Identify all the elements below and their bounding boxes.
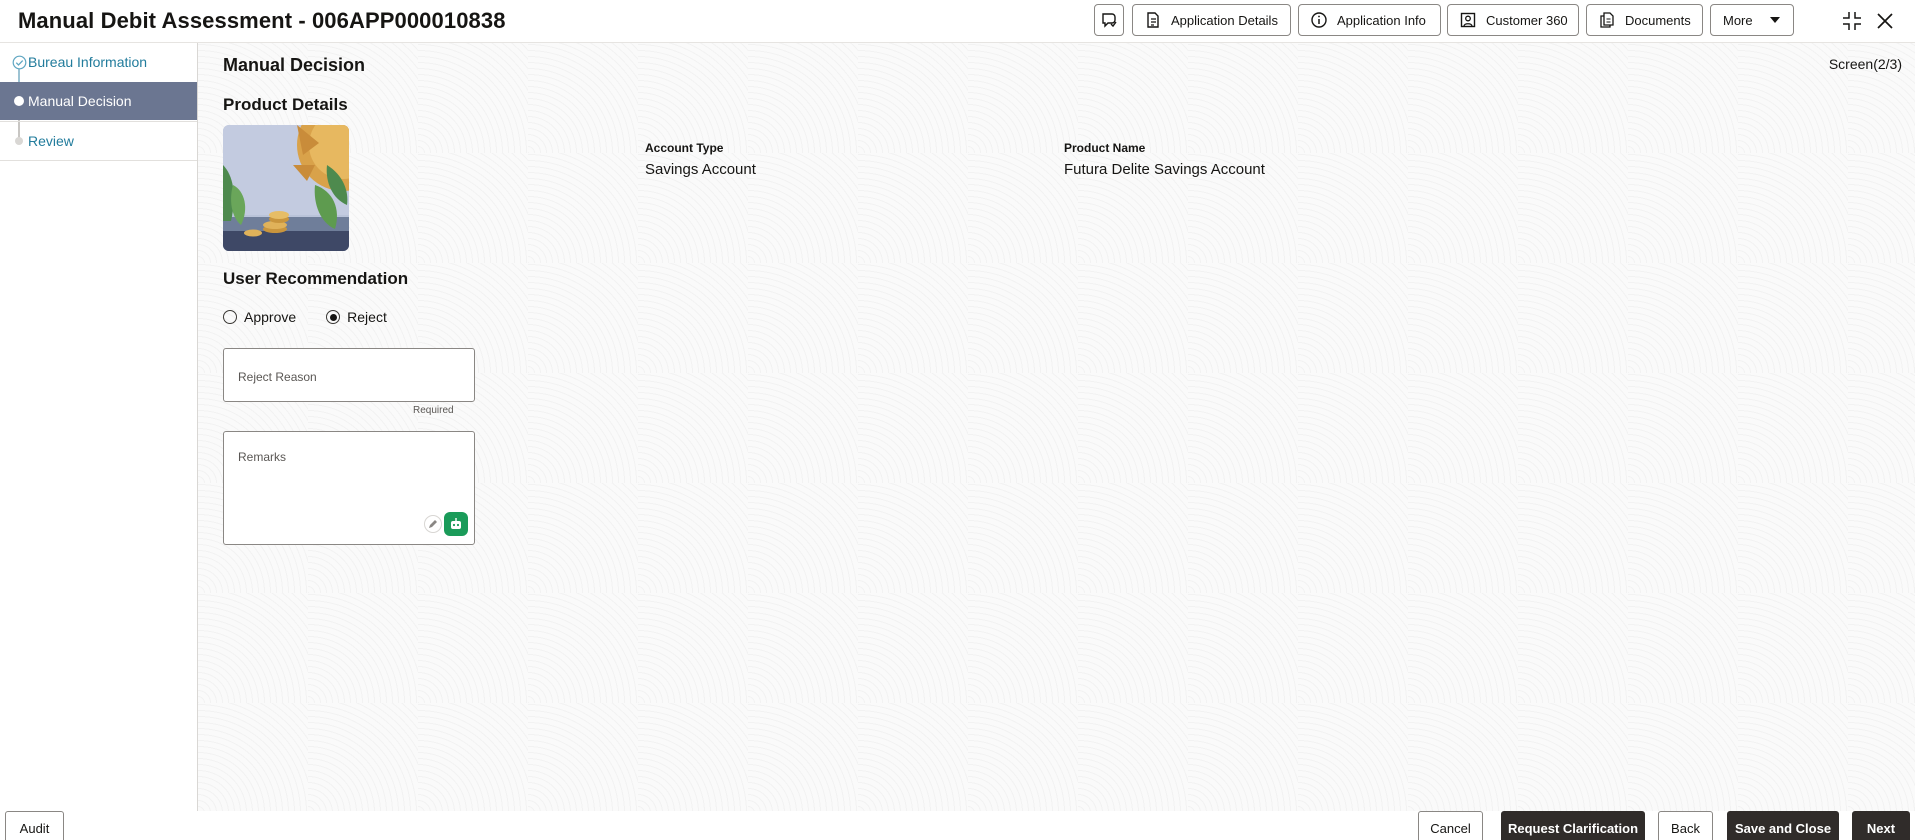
pen-icon xyxy=(429,520,437,528)
train-navigation: Bureau Information Manual Decision Revie… xyxy=(0,43,198,811)
documents-button[interactable]: Documents xyxy=(1586,4,1703,36)
reject-reason-field[interactable]: Reject Reason xyxy=(223,348,475,402)
info-icon xyxy=(1311,12,1327,28)
recommendation-radio-group: Approve Reject xyxy=(223,309,387,325)
chat-button[interactable] xyxy=(1094,4,1124,36)
footer-actions: Audit Cancel Request Clarification Back … xyxy=(0,808,1915,840)
step-label: Bureau Information xyxy=(28,54,148,70)
step-label: Review xyxy=(28,133,74,149)
cancel-button[interactable]: Cancel xyxy=(1418,811,1483,840)
page-title: Manual Debit Assessment - 006APP00001083… xyxy=(18,8,506,33)
reject-reason-placeholder: Reject Reason xyxy=(238,370,317,384)
user-recommendation-heading: User Recommendation xyxy=(223,269,409,288)
section-title: Manual Decision xyxy=(223,55,366,75)
application-details-button[interactable]: Application Details xyxy=(1132,4,1291,36)
account-type-label: Account Type xyxy=(645,141,724,155)
customer-profile-icon xyxy=(1460,12,1476,28)
check-circle-icon xyxy=(12,55,27,70)
radio-selected-dot xyxy=(329,313,337,321)
document-list-icon xyxy=(1147,12,1159,28)
product-image xyxy=(223,125,349,251)
documents-label: Documents xyxy=(1625,12,1691,28)
pending-step-icon xyxy=(15,137,23,145)
account-type-value: Savings Account xyxy=(645,161,756,178)
close-icon[interactable] xyxy=(1874,10,1896,32)
savings-illustration xyxy=(223,125,349,251)
save-and-close-button[interactable]: Save and Close xyxy=(1727,811,1839,840)
application-details-label: Application Details xyxy=(1171,12,1278,28)
step-bureau-information[interactable]: Bureau Information xyxy=(0,43,197,81)
application-info-label: Application Info xyxy=(1337,12,1426,28)
application-info-button[interactable]: Application Info xyxy=(1298,4,1441,36)
customer-360-button[interactable]: Customer 360 xyxy=(1447,4,1579,36)
robot-icon xyxy=(451,518,461,529)
more-label: More xyxy=(1723,12,1753,28)
current-step-icon xyxy=(14,96,24,106)
approve-radio-label[interactable]: Approve xyxy=(244,309,296,325)
caret-down-icon xyxy=(1769,17,1780,23)
remarks-tools xyxy=(424,512,468,536)
audit-button[interactable]: Audit xyxy=(5,811,64,840)
step-label: Manual Decision xyxy=(28,93,132,109)
documents-icon xyxy=(1600,12,1614,28)
product-details-heading: Product Details xyxy=(223,95,348,114)
reject-radio-label[interactable]: Reject xyxy=(347,309,387,325)
edit-pen-button[interactable] xyxy=(424,515,442,533)
app-header: Manual Debit Assessment - 006APP00001083… xyxy=(0,0,1915,43)
main-content: Manual Decision Screen(2/3) Product Deta… xyxy=(198,43,1915,811)
remarks-field[interactable]: Remarks xyxy=(223,431,475,545)
product-name-value: Futura Delite Savings Account xyxy=(1064,161,1265,178)
back-button[interactable]: Back xyxy=(1658,811,1713,840)
required-helper-text: Required xyxy=(413,405,454,416)
more-button[interactable]: More xyxy=(1710,4,1794,36)
remarks-placeholder: Remarks xyxy=(238,450,287,464)
screen-indicator: Screen(2/3) xyxy=(1828,56,1902,72)
step-divider xyxy=(0,160,197,161)
chat-icon xyxy=(1102,13,1117,28)
reject-radio[interactable] xyxy=(326,310,341,324)
step-review[interactable]: Review xyxy=(0,122,197,160)
approve-radio[interactable] xyxy=(223,310,237,324)
next-button[interactable]: Next xyxy=(1852,811,1910,840)
step-manual-decision[interactable]: Manual Decision xyxy=(0,82,197,120)
customer-360-label: Customer 360 xyxy=(1486,12,1568,28)
product-name-label: Product Name xyxy=(1064,141,1146,155)
minimize-icon[interactable] xyxy=(1841,10,1863,32)
request-clarification-button[interactable]: Request Clarification xyxy=(1501,811,1645,840)
ai-assistant-button[interactable] xyxy=(444,512,468,536)
